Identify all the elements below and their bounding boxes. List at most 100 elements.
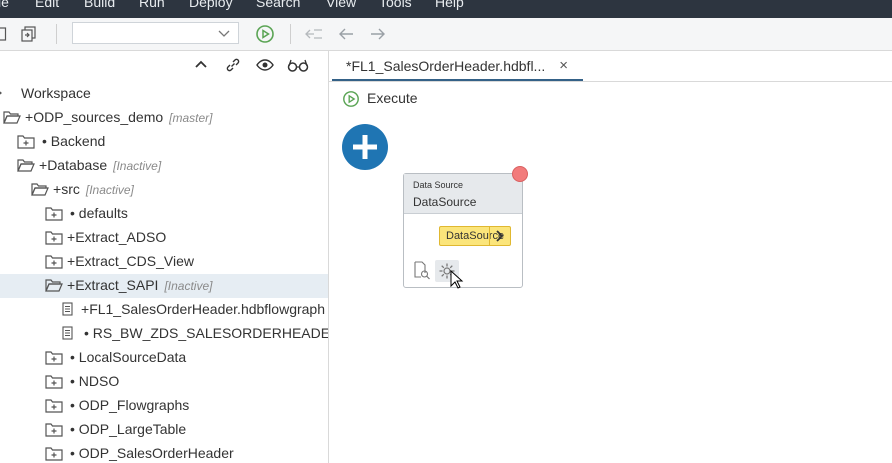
tree-item-extract-sapi[interactable]: +Extract_SAPI [Inactive]	[0, 274, 328, 298]
workspace-pane: Workspace +ODP_sources_demo [master] • Ba…	[0, 51, 329, 463]
collapse-all-icon[interactable]	[193, 57, 209, 73]
toolbar-separator	[56, 24, 57, 44]
change-indicator: +	[53, 181, 62, 197]
change-indicator: •	[70, 373, 75, 389]
change-indicator: •	[70, 445, 75, 461]
glasses-icon[interactable]	[287, 57, 309, 73]
git-branch-badge: [master]	[169, 111, 213, 125]
folder-open-icon	[31, 183, 49, 196]
change-indicator: •	[70, 421, 75, 437]
change-indicator: +	[67, 229, 76, 245]
folder-open-icon	[45, 279, 63, 292]
output-port[interactable]: DataSource	[439, 226, 511, 246]
add-node-button[interactable]	[342, 124, 388, 170]
change-indicator: +	[67, 277, 76, 293]
tree-item-label: Extract_SAPI	[75, 277, 159, 293]
change-indicator: •	[70, 349, 75, 365]
tree-arrow-icon	[0, 91, 2, 95]
tree-item-extract-adso[interactable]: +Extract_ADSO	[0, 226, 328, 250]
tree-item-ndso[interactable]: • NDSO	[0, 370, 328, 394]
node-status-indicator	[512, 166, 528, 182]
editor-tab-bar: *FL1_SalesOrderHeader.hdbfl... ×	[329, 51, 892, 82]
tree-item-label: ODP_LargeTable	[78, 421, 187, 437]
folder-closed-icon	[45, 423, 63, 437]
menu-build[interactable]: Build	[84, 0, 115, 10]
tree-item-extract-cds-view[interactable]: +Extract_CDS_View	[0, 250, 328, 274]
tree-item-localsourcedata[interactable]: • LocalSourceData	[0, 346, 328, 370]
tree-item-defaults[interactable]: • defaults	[0, 202, 328, 226]
folder-closed-icon	[45, 255, 63, 269]
menu-search[interactable]: Search	[256, 0, 300, 10]
workspace-pane-header	[0, 51, 328, 82]
tree-item-odp-salesorderheader[interactable]: • ODP_SalesOrderHeader	[0, 442, 328, 463]
tree-item-label: defaults	[78, 205, 128, 221]
menu-file[interactable]: le	[0, 0, 9, 10]
tree-item-odp-largetable[interactable]: • ODP_LargeTable	[0, 418, 328, 442]
status-badge: [Inactive]	[85, 183, 134, 197]
menu-deploy[interactable]: Deploy	[189, 0, 233, 10]
tab-label: *FL1_SalesOrderHeader.hdbfl...	[346, 58, 546, 74]
tree-item-odp-sources-demo[interactable]: +ODP_sources_demo [master]	[0, 106, 328, 130]
tree-item-workspace[interactable]: Workspace	[0, 82, 328, 106]
file-icon	[62, 326, 73, 340]
folder-closed-icon	[45, 351, 63, 365]
mouse-cursor-icon	[450, 270, 464, 289]
forward-icon[interactable]	[369, 24, 387, 44]
menu-help[interactable]: Help	[435, 0, 464, 10]
execute-label: Execute	[367, 90, 418, 106]
editor-pane: *FL1_SalesOrderHeader.hdbfl... × Execute…	[329, 51, 892, 463]
menu-edit[interactable]: Edit	[35, 0, 59, 10]
tree-item-label: FL1_SalesOrderHeader.hdbflowgraph	[89, 301, 325, 317]
change-indicator: +	[67, 253, 76, 269]
tree-item-label: LocalSourceData	[78, 349, 187, 365]
tree-item-label: RS_BW_ZDS_SALESORDERHEADE	[92, 325, 329, 341]
tree-item-label: Database	[47, 157, 108, 173]
tab-fl1-salesorderheader[interactable]: *FL1_SalesOrderHeader.hdbfl... ×	[332, 51, 583, 81]
tree-item-src[interactable]: +src [Inactive]	[0, 178, 328, 202]
tree-item-label: ODP_Flowgraphs	[78, 397, 190, 413]
save-all-icon[interactable]	[20, 24, 38, 44]
menu-run[interactable]: Run	[139, 0, 165, 10]
change-indicator: •	[70, 205, 75, 221]
tree-item-label: Extract_CDS_View	[75, 253, 194, 269]
folder-closed-icon	[17, 135, 35, 149]
preview-data-icon[interactable]	[413, 260, 431, 280]
plus-icon	[353, 135, 377, 159]
folder-closed-icon	[45, 399, 63, 413]
change-indicator: +	[39, 157, 48, 173]
node-type-label: Data Source	[413, 180, 464, 190]
node-name-label: DataSource	[413, 195, 477, 209]
tree-item-database[interactable]: +Database [Inactive]	[0, 154, 328, 178]
status-badge: [Inactive]	[113, 159, 162, 173]
run-configuration-select[interactable]	[72, 22, 239, 44]
menu-tools[interactable]: Tools	[379, 0, 412, 10]
run-icon	[343, 91, 359, 107]
eye-icon[interactable]	[256, 57, 274, 73]
folder-closed-icon	[45, 207, 63, 221]
back-disabled-icon[interactable]	[304, 24, 324, 44]
tree-item-backend[interactable]: • Backend	[0, 130, 328, 154]
link-icon[interactable]	[225, 57, 241, 73]
folder-closed-icon	[45, 447, 63, 461]
tree-item-fl1-salesorderheader-flowgraph[interactable]: +FL1_SalesOrderHeader.hdbflowgraph	[0, 298, 328, 322]
tree-item-label: Workspace	[21, 85, 91, 101]
change-indicator: +	[25, 109, 34, 125]
back-icon[interactable]	[337, 24, 355, 44]
run-icon[interactable]	[255, 24, 275, 44]
change-indicator: •	[84, 325, 89, 341]
toolbar	[0, 18, 892, 51]
save-icon[interactable]	[0, 24, 8, 44]
status-badge: [Inactive]	[164, 279, 213, 293]
change-indicator: •	[70, 397, 75, 413]
tree-item-odp-flowgraphs[interactable]: • ODP_Flowgraphs	[0, 394, 328, 418]
tree-item-label: ODP_SalesOrderHeader	[78, 445, 234, 461]
chevron-right-icon[interactable]	[489, 227, 510, 245]
menu-view[interactable]: View	[326, 0, 356, 10]
tree-item-label: Extract_ADSO	[75, 229, 167, 245]
chevron-down-icon	[218, 30, 230, 37]
tree-item-label: Backend	[50, 133, 106, 149]
tree-item-rs-bw-zds-salesorderheader[interactable]: • RS_BW_ZDS_SALESORDERHEADE	[0, 322, 328, 346]
file-icon	[62, 302, 73, 316]
toolbar-separator	[290, 24, 291, 44]
close-icon[interactable]: ×	[559, 57, 568, 74]
